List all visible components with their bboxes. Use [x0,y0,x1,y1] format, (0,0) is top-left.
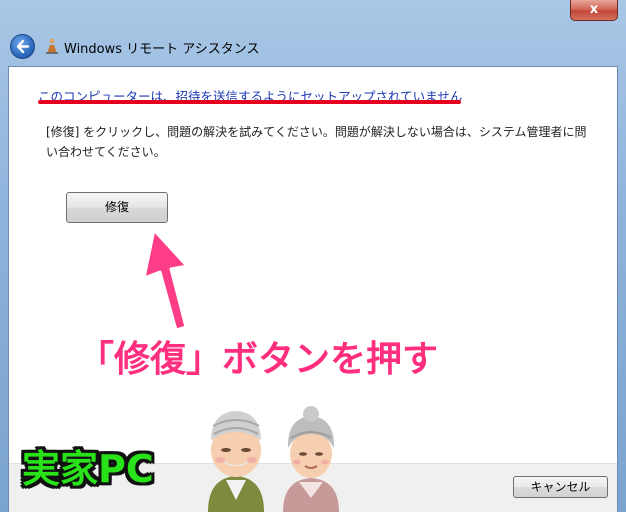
cancel-button[interactable]: キャンセル [513,476,608,498]
remote-assistance-icon [46,38,58,54]
close-button[interactable]: x [570,0,618,21]
repair-button[interactable]: 修復 [66,192,168,223]
grandmother-illustration [283,406,339,512]
back-arrow-icon [16,39,30,54]
instruction-annotation: 「修復」ボタンを押す [78,339,439,380]
window-title: Windows リモート アシスタンス [64,42,260,57]
description-text: [修復] をクリックし、問題の解決を試みてください。問題が解決しない場合は、シス… [46,125,587,159]
title-bar: x Windows リモート アシスタンス [0,0,626,66]
back-button[interactable] [10,34,35,59]
close-icon: x [589,2,599,17]
grandfather-illustration [208,411,264,512]
home-pc-label: 実家PC [22,447,154,491]
highlight-underline [38,100,461,104]
pointer-arrow-icon [142,228,189,332]
